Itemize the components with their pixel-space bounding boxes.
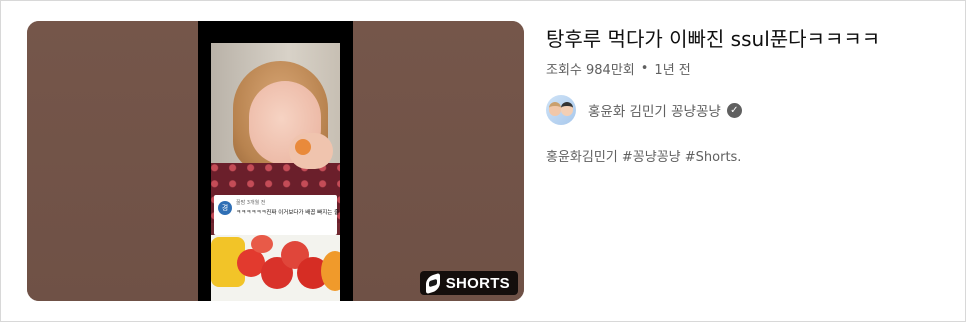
video-result-card[interactable]: 경 꿀맘 3개월 전 ㅋㅋㅋㅋㅋㅋ진짜 이거보다가 배꼽 빠지는 줄 SHORT… [0,0,966,322]
shorts-logo-icon [425,272,440,294]
shorts-badge-label: SHORTS [445,274,510,292]
comment-avatar: 경 [218,201,232,215]
comment-text: ㅋㅋㅋㅋㅋㅋ진짜 이거보다가 배꼽 빠지는 줄 [236,210,340,216]
avatar-person-1 [549,102,561,116]
channel-row[interactable]: 홍윤화 김민기 꽁냥꽁냥 ✓ [546,94,956,126]
upload-age: 1년 전 [654,63,691,78]
channel-avatar[interactable] [546,95,576,125]
comment-user: 꿀맘 3개월 전 [236,200,266,206]
frame-fruit [295,139,311,155]
video-description-snippet: 홍윤화김민기 #꽁냥꽁냥 #Shorts. [546,150,742,165]
thumbnail-letterbox-right [340,21,353,301]
thumbnail-blur-right [353,21,524,301]
thumbnail-blur-left [27,21,198,301]
video-title[interactable]: 탕후루 먹다가 이빠진 ssul푼다ㅋㅋㅋㅋ [546,25,956,53]
video-thumbnail[interactable]: 경 꿀맘 3개월 전 ㅋㅋㅋㅋㅋㅋ진짜 이거보다가 배꼽 빠지는 줄 SHORT… [27,21,524,301]
frame-tanghulu-plate [211,235,340,301]
fruit [251,235,273,253]
channel-name[interactable]: 홍윤화 김민기 꽁냥꽁냥 [588,100,721,120]
stats-separator: • [640,61,649,76]
video-stats: 조회수 984만회 • 1년 전 [546,59,956,78]
thumbnail-comment-overlay: 경 꿀맘 3개월 전 ㅋㅋㅋㅋㅋㅋ진짜 이거보다가 배꼽 빠지는 줄 [214,195,340,235]
shorts-badge: SHORTS [419,271,518,295]
thumbnail-letterbox-left [198,21,211,301]
fruit [321,251,340,291]
video-metadata: 탕후루 먹다가 이빠진 ssul푼다ㅋㅋㅋㅋ 조회수 984만회 • 1년 전 … [546,25,956,165]
thumbnail-video-frame: 경 꿀맘 3개월 전 ㅋㅋㅋㅋㅋㅋ진짜 이거보다가 배꼽 빠지는 줄 [211,21,340,301]
view-count: 조회수 984만회 [546,63,635,78]
avatar-person-2 [561,102,573,116]
verified-check-icon: ✓ [726,102,742,118]
